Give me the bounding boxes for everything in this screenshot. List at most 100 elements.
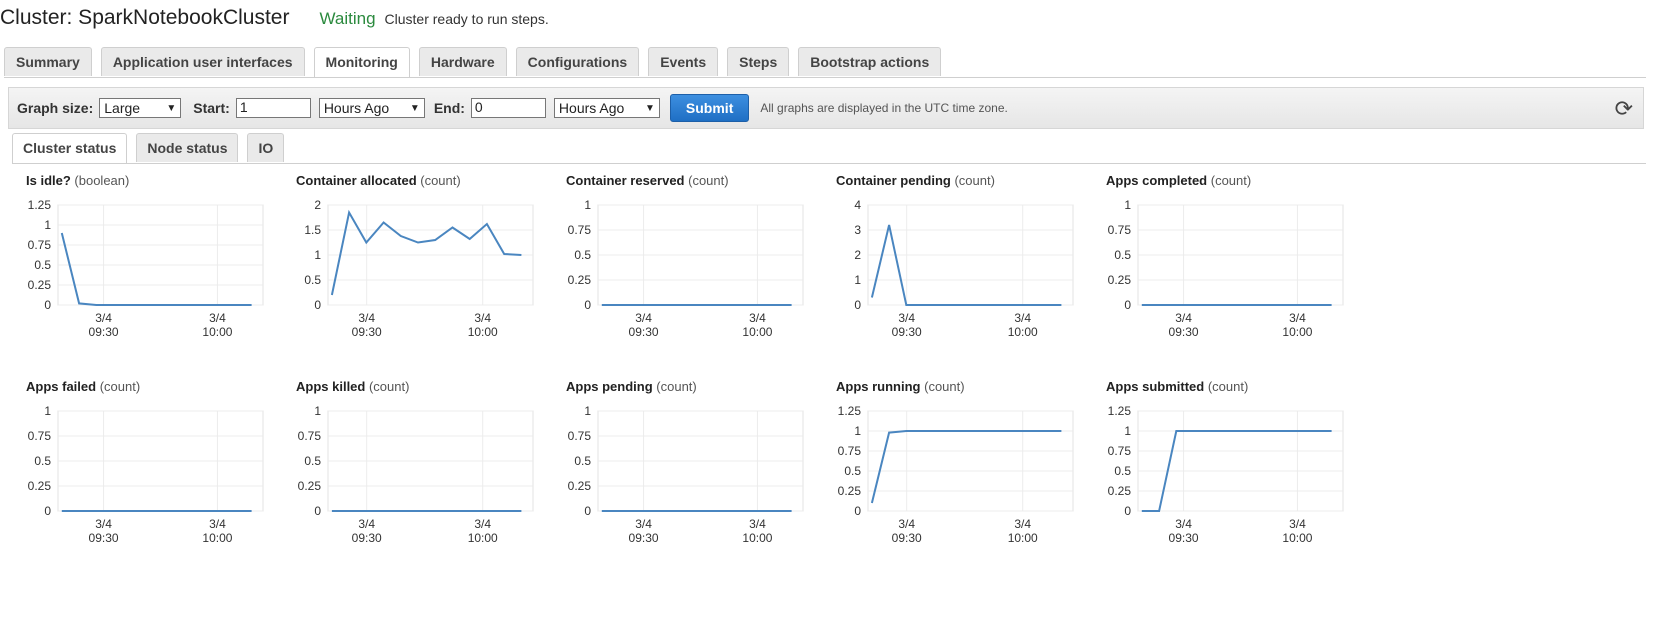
end-input[interactable]: 0 [470, 98, 546, 118]
chart-panel: Is idle? (boolean) 1.25 1 0.75 0.5 0.25 0 3/4 09… [26, 173, 316, 378]
y-tick-label: 0.5 [304, 454, 321, 468]
start-label: Start: [193, 100, 230, 116]
y-tick-label: 0.75 [568, 429, 592, 443]
chart-svg: 10.750.50.2503/409:303/410:00 [568, 404, 804, 545]
cluster-status-message: Cluster ready to run steps. [384, 11, 549, 27]
chart-unit: (count) [920, 379, 965, 394]
x-tick-date: 3/4 [474, 517, 491, 531]
y-tick-label: 0.5 [1114, 248, 1131, 262]
x-tick-date: 3/4 [1014, 311, 1031, 325]
y-tick-label: 2 [314, 198, 321, 212]
y-tick-label: 0.25 [1108, 273, 1132, 287]
chart-title: Apps completed (count) [1106, 173, 1251, 188]
subtab-cluster-status[interactable]: Cluster status [12, 133, 128, 164]
tab-bootstrap-actions[interactable]: Bootstrap actions [798, 47, 942, 76]
chart-title-text: Apps pending [566, 379, 653, 394]
chart-svg: 432103/409:303/410:00 [854, 198, 1074, 339]
tab-steps[interactable]: Steps [727, 47, 790, 76]
x-tick-time: 09:30 [1169, 325, 1199, 339]
y-tick-label: 0.75 [568, 223, 592, 237]
y-tick-label: 1 [1124, 198, 1131, 212]
y-tick-label: 0.75 [28, 429, 52, 443]
subtab-io[interactable]: IO [247, 133, 285, 162]
graph-size-label: Graph size: [17, 100, 94, 116]
chart-panel: Apps pending (count) 1 0.75 0.5 0.25 0 3/4 09:3… [566, 379, 856, 584]
x-tick-time: 10:00 [202, 531, 232, 545]
subtab-node-status[interactable]: Node status [136, 133, 239, 162]
x-tick-time: 09:30 [89, 531, 119, 545]
chart-unit: (count) [1207, 173, 1252, 188]
y-tick-label: 0.25 [568, 479, 592, 493]
end-unit-select[interactable]: Hours Ago ▼ [553, 98, 660, 118]
x-tick-date: 3/4 [898, 311, 915, 325]
y-tick-label: 1.5 [304, 223, 321, 237]
y-tick-label: 0.5 [574, 248, 591, 262]
y-tick-label: 1 [584, 198, 591, 212]
chart-unit: (count) [96, 379, 141, 394]
tab-summary[interactable]: Summary [4, 47, 92, 76]
graph-size-select[interactable]: Large ▼ [99, 98, 182, 118]
chart-title: Apps pending (count) [566, 379, 697, 394]
x-tick-time: 10:00 [1282, 531, 1312, 545]
y-tick-label: 0 [584, 504, 591, 518]
y-tick-label: 0.25 [568, 273, 592, 287]
chart-title-text: Container reserved [566, 173, 685, 188]
x-tick-time: 10:00 [1008, 325, 1038, 339]
chart-title: Is idle? (boolean) [26, 173, 129, 188]
refresh-icon[interactable]: ⟳ [1615, 96, 1633, 122]
x-tick-time: 09:30 [629, 325, 659, 339]
y-tick-label: 3 [854, 223, 861, 237]
submit-button[interactable]: Submit [669, 94, 750, 122]
chart-title-text: Apps completed [1106, 173, 1208, 188]
x-tick-date: 3/4 [209, 517, 226, 531]
chart-panel: Container pending (count) 4 3 2 1 0 3/4 09:30 3/… [836, 173, 1126, 378]
chart-panel: Apps submitted (count) 1.25 1 0.75 0.5 0.25 0 3… [1106, 379, 1396, 584]
tab-configurations[interactable]: Configurations [515, 47, 640, 76]
y-tick-label: 1.25 [28, 198, 52, 212]
x-tick-date: 3/4 [95, 517, 112, 531]
tab-application-user-interfaces[interactable]: Application user interfaces [100, 47, 305, 76]
y-tick-label: 1 [314, 248, 321, 262]
end-label: End: [433, 100, 465, 116]
chart-title: Apps failed (count) [26, 379, 140, 394]
x-tick-date: 3/4 [1014, 517, 1031, 531]
cluster-header: Cluster: SparkNotebookCluster Waiting Cl… [0, 6, 549, 36]
tab-events[interactable]: Events [648, 47, 719, 76]
chart-svg: 1.2510.750.50.2503/409:303/410:00 [838, 404, 1074, 545]
chart-panel: Apps killed (count) 1 0.75 0.5 0.25 0 3/4 09:30… [296, 379, 586, 584]
y-tick-label: 0.5 [1114, 464, 1131, 478]
start-input[interactable]: 1 [235, 98, 311, 118]
x-tick-date: 3/4 [209, 311, 226, 325]
subtab-divider [12, 163, 1646, 164]
y-tick-label: 2 [854, 248, 861, 262]
chart-panel: Container allocated (count) 2 1.5 1 0.5 0 3/4 0… [296, 173, 586, 378]
chevron-down-icon: ▼ [645, 102, 655, 114]
tab-monitoring[interactable]: Monitoring [313, 47, 410, 78]
x-tick-date: 3/4 [1289, 517, 1306, 531]
y-tick-label: 0.75 [838, 444, 862, 458]
y-tick-label: 1 [854, 273, 861, 287]
start-unit-select[interactable]: Hours Ago ▼ [318, 98, 425, 118]
chart-unit: (count) [416, 173, 461, 188]
x-tick-date: 3/4 [95, 311, 112, 325]
y-tick-label: 0 [584, 298, 591, 312]
tab-divider [4, 77, 1646, 78]
y-tick-label: 1 [1124, 424, 1131, 438]
chart-panel: Apps failed (count) 1 0.75 0.5 0.25 0 3/4 09:30… [26, 379, 316, 584]
tab-hardware[interactable]: Hardware [418, 47, 507, 76]
chart-svg: 1.2510.750.50.2503/409:303/410:00 [28, 198, 264, 339]
y-tick-label: 0.5 [304, 273, 321, 287]
y-tick-label: 1 [44, 218, 51, 232]
y-tick-label: 1 [854, 424, 861, 438]
y-tick-label: 0 [314, 504, 321, 518]
y-tick-label: 4 [854, 198, 861, 212]
plot-area [867, 410, 1074, 512]
x-tick-time: 09:30 [352, 531, 382, 545]
y-tick-label: 0.75 [298, 429, 322, 443]
y-tick-label: 1 [44, 404, 51, 418]
chevron-down-icon: ▼ [409, 102, 420, 114]
x-tick-date: 3/4 [474, 311, 491, 325]
chart-title: Container pending (count) [836, 173, 995, 188]
y-tick-label: 0 [854, 298, 861, 312]
chart-title-text: Container allocated [296, 173, 417, 188]
